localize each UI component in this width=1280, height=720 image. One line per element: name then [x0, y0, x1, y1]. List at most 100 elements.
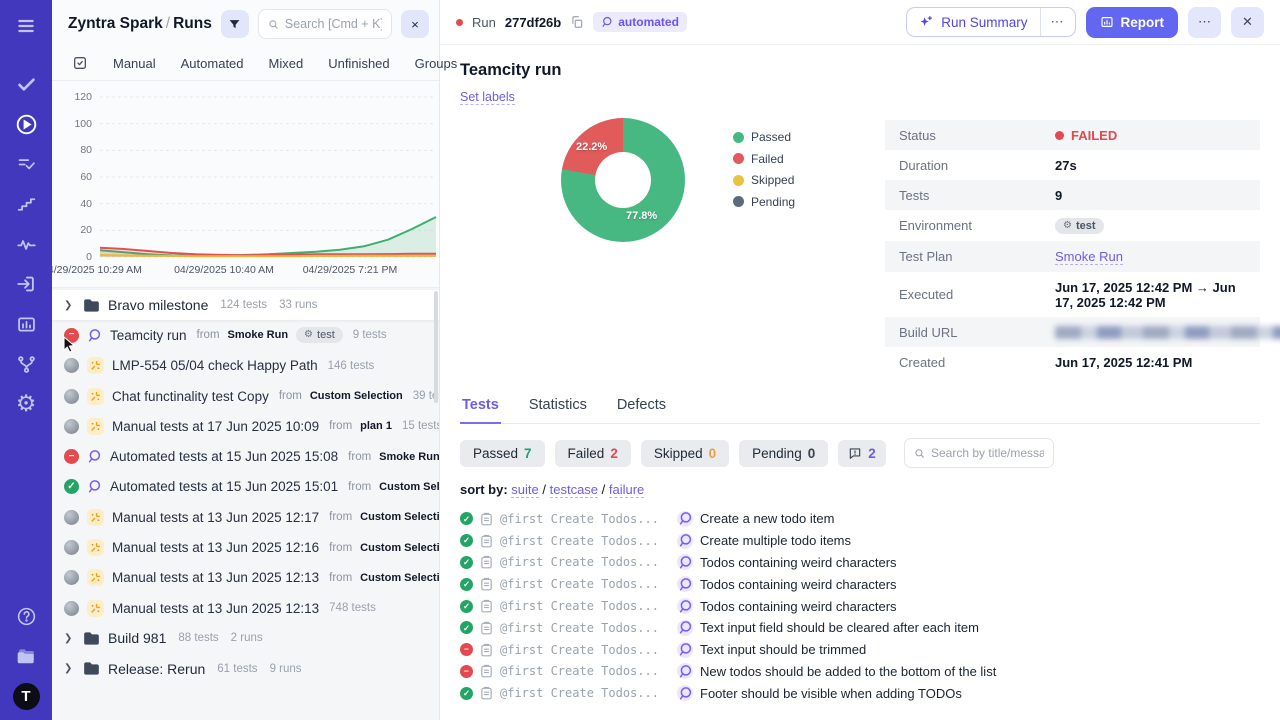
run-plan-name: Custom Selection [360, 511, 439, 524]
run-row[interactable]: ✓ Automated tests at 15 Jun 2025 15:01 fro… [52, 472, 439, 502]
run-row[interactable]: Manual tests at 13 Jun 2025 12:13 748 tes… [52, 593, 439, 623]
run-summary-button[interactable]: Run Summary [907, 8, 1039, 36]
help-icon[interactable] [13, 603, 39, 629]
tab-defects[interactable]: Defects [615, 397, 668, 423]
run-row[interactable]: Manual tests at 17 Jun 2025 10:09 from pla… [52, 411, 439, 441]
test-row[interactable]: ✓ @first Create Todos... Create a new todo… [460, 508, 1260, 530]
select-all-icon[interactable] [72, 55, 88, 71]
automated-icon [679, 665, 691, 678]
run-row[interactable]: LMP-554 05/04 check Happy Path 146 tests [52, 351, 439, 381]
sort-testcase-link[interactable]: testcase [549, 482, 599, 498]
report-chart-icon [1100, 17, 1113, 27]
run-from-label: from [196, 329, 220, 342]
run-group-row[interactable]: ❯ Release: Rerun 61 tests 9 runs [52, 654, 439, 684]
tab-statistics[interactable]: Statistics [527, 397, 589, 423]
chevron-right-icon[interactable]: ❯ [64, 633, 75, 644]
reports-icon[interactable] [13, 311, 39, 337]
test-row[interactable]: ✓ @first Create Todos... Todos containing … [460, 573, 1260, 595]
test-row[interactable]: ✓ @first Create Todos... Todos containing … [460, 595, 1260, 617]
trend-chart-svg [99, 96, 437, 258]
test-row[interactable]: ✓ @first Create Todos... Footer should be … [460, 682, 1260, 704]
run-name: Manual tests at 13 Jun 2025 12:16 [112, 540, 320, 556]
run-group-row[interactable]: ❯ Build 981 88 tests 2 runs [52, 623, 439, 653]
tab-mixed[interactable]: Mixed [269, 56, 304, 71]
test-row[interactable]: ✓ @first Create Todos... Todos containing … [460, 552, 1260, 574]
test-suite: @first Create Todos... [500, 555, 659, 570]
tabs-items: Manual Automated Mixed Unfinished Groups [113, 56, 457, 71]
status-failed-icon: − [460, 643, 473, 657]
runs-trend-chart: 120 100 80 60 40 20 0 04/29/2025 10:29 AM 04/29/… [52, 89, 439, 287]
tab-automated[interactable]: Automated [181, 56, 244, 71]
tab-manual[interactable]: Manual [113, 56, 156, 71]
filter-button[interactable] [220, 10, 249, 38]
clipboard-icon [480, 577, 493, 591]
runs-panel: Zyntra Spark/Runs × Manual Automated Mixed… [52, 0, 457, 720]
field-label: Status [899, 127, 936, 143]
clipboard-icon [480, 621, 493, 635]
run-plan-name: Custom Selection [360, 541, 439, 554]
legend-item[interactable]: Passed [733, 130, 795, 144]
chip-pending[interactable]: Pending 0 [739, 439, 829, 467]
test-title: Text input field should be cleared after… [700, 620, 979, 636]
legend-item[interactable]: Failed [733, 152, 795, 166]
chevron-right-icon[interactable]: ❯ [64, 300, 75, 311]
more-actions-button[interactable]: ⋯ [1188, 6, 1221, 38]
test-plan-link[interactable]: Smoke Run [1055, 249, 1123, 265]
legend-item[interactable]: Skipped [733, 173, 795, 187]
manual-icon [87, 417, 104, 435]
run-row[interactable]: Chat functinality test Copy from Custom Se… [52, 381, 439, 411]
run-row[interactable]: − Automated tests at 15 Jun 2025 15:08 fro… [52, 441, 439, 471]
menu-icon[interactable] [13, 13, 39, 39]
run-group-row[interactable]: ❯ Bravo milestone 124 tests 33 runs [52, 290, 439, 321]
run-row[interactable]: Manual tests at 13 Jun 2025 12:16 from Cus… [52, 532, 439, 562]
app-logo[interactable]: T [12, 683, 40, 710]
chip-failed[interactable]: Failed 2 [554, 439, 631, 467]
test-row[interactable]: − @first Create Todos... Text input should… [460, 639, 1260, 661]
panel-close-button[interactable]: × [401, 10, 429, 38]
y-axis-tick: 100 [74, 117, 92, 130]
chip-skipped[interactable]: Skipped 0 [640, 439, 730, 467]
tab-unfinished[interactable]: Unfinished [328, 56, 389, 71]
gear-icon: ⚙ [304, 329, 314, 341]
pulse-icon[interactable] [13, 231, 39, 257]
chip-comments[interactable]: 2 [838, 439, 886, 467]
run-row[interactable]: − Teamcity run from Smoke Run ⚙ test 9 tests [52, 320, 439, 350]
set-labels-link[interactable]: Set labels [460, 90, 515, 105]
projects-icon[interactable] [13, 643, 39, 669]
donut-failed-label: 22.2% [576, 141, 608, 153]
chip-passed[interactable]: Passed 7 [460, 439, 545, 467]
test-row[interactable]: − @first Create Todos... New todos should … [460, 661, 1260, 683]
runs-search[interactable] [257, 9, 392, 39]
tab-groups[interactable]: Groups [415, 56, 458, 71]
tests-search[interactable] [903, 438, 1054, 468]
legend-label: Skipped [751, 173, 795, 187]
close-run-button[interactable]: ✕ [1231, 6, 1264, 38]
tests-icon[interactable] [13, 71, 39, 97]
sort-failure-link[interactable]: failure [608, 482, 645, 498]
nav-rail: ⚙ T [0, 0, 52, 720]
runs-search-input[interactable] [284, 17, 382, 31]
tests-search-input[interactable] [931, 446, 1044, 460]
branches-icon[interactable] [13, 351, 39, 377]
import-icon[interactable] [13, 271, 39, 297]
test-row[interactable]: ✓ @first Create Todos... Create multiple t… [460, 530, 1260, 552]
status-passed-icon: ✓ [460, 621, 473, 635]
test-plans-icon[interactable] [13, 151, 39, 177]
milestones-icon[interactable] [13, 191, 39, 217]
test-row[interactable]: ✓ @first Create Todos... Text input field … [460, 617, 1260, 639]
breadcrumb-project[interactable]: Zyntra Spark [68, 15, 163, 32]
run-row[interactable]: Manual tests at 13 Jun 2025 12:13 from Cus… [52, 563, 439, 593]
sort-suite-link[interactable]: suite [511, 482, 539, 498]
settings-icon[interactable]: ⚙ [13, 391, 39, 417]
run-from-label: from [329, 511, 353, 524]
legend-item[interactable]: Pending [733, 195, 795, 209]
tab-tests[interactable]: Tests [460, 397, 501, 424]
run-summary-more-button[interactable]: ⋯ [1039, 8, 1075, 36]
chevron-right-icon[interactable]: ❯ [64, 663, 75, 674]
run-name: Manual tests at 13 Jun 2025 12:13 [112, 570, 320, 586]
report-button[interactable]: Report [1085, 6, 1178, 38]
run-row[interactable]: Manual tests at 13 Jun 2025 12:17 from Cus… [52, 502, 439, 532]
runs-icon[interactable] [13, 111, 39, 137]
copy-run-id-button[interactable] [570, 15, 584, 29]
scrollbar-thumb[interactable] [434, 291, 438, 403]
